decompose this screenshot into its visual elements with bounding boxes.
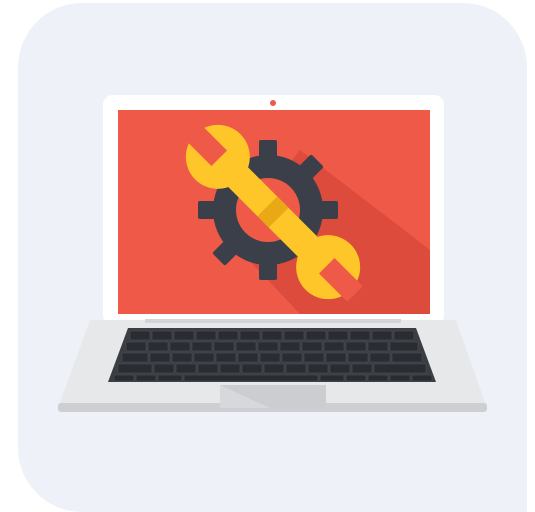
- key-row-5: [113, 374, 433, 382]
- laptop-illustration: [58, 95, 487, 412]
- webcam-dot: [270, 100, 276, 106]
- key-row-4: [117, 363, 427, 374]
- hinge: [145, 319, 401, 323]
- key-row-3: [121, 352, 423, 363]
- illustration-stage: [0, 0, 535, 512]
- key-row-2: [125, 341, 419, 352]
